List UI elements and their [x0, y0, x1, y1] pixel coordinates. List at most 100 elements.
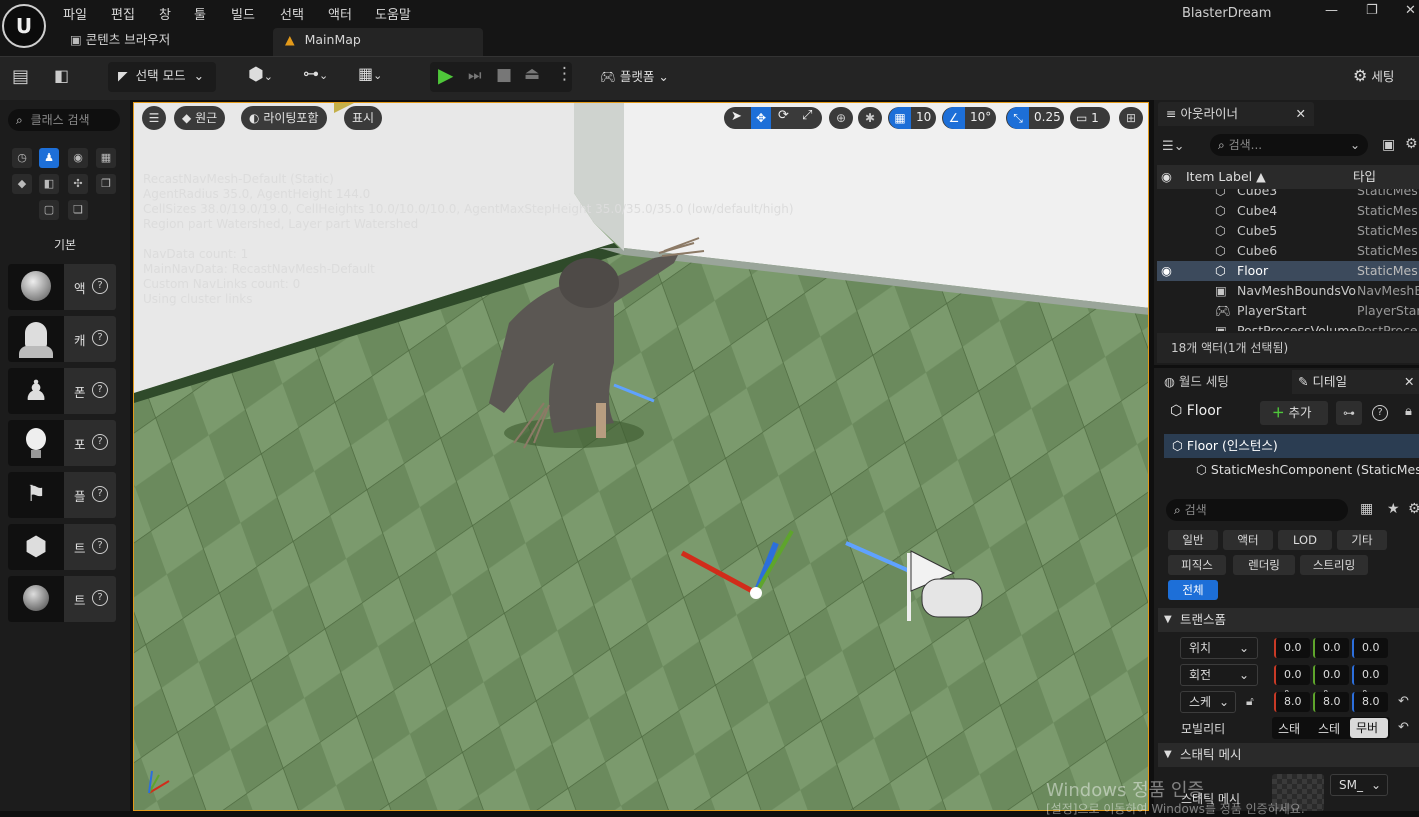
rotation-y-input[interactable]: 0.0 °	[1313, 665, 1349, 701]
col-item-label[interactable]: Item Label ▲	[1186, 165, 1266, 189]
more-options-icon[interactable]: ⋮	[556, 64, 573, 84]
visual-effects-icon[interactable]: ◆	[12, 174, 32, 194]
filter-general[interactable]: 일반	[1168, 530, 1218, 550]
rotation-dropdown[interactable]: 회전 ⌄	[1180, 664, 1258, 686]
scale-tool-icon[interactable]: ⤢	[802, 108, 812, 123]
rotation-z-input[interactable]: 0.0 °	[1352, 665, 1388, 701]
tab-world-settings[interactable]: ◍ 월드 세팅	[1158, 370, 1288, 394]
menu-select[interactable]: 선택	[280, 4, 304, 23]
stop-icon[interactable]: ■	[496, 65, 512, 85]
place-item-pawn[interactable]: ♟ 폰 ?	[8, 368, 116, 414]
lock-icon[interactable]: 🔒︎	[1405, 404, 1412, 419]
menu-tools[interactable]: 툴	[194, 4, 206, 23]
camera-speed-button[interactable]: ▭ 1	[1070, 107, 1110, 129]
actor-name[interactable]: Floor	[1187, 403, 1222, 419]
place-item-actor[interactable]: 액 ?	[8, 264, 116, 310]
close-button[interactable]: ✕	[1405, 3, 1416, 18]
scale-lock-icon[interactable]: 🔓︎	[1246, 694, 1254, 709]
reset-icon[interactable]: ↶	[1398, 720, 1409, 735]
copy-icon[interactable]: ❏	[68, 200, 88, 220]
add-component-button[interactable]: ＋ 추가	[1260, 401, 1328, 425]
unreal-logo-icon[interactable]: U	[2, 4, 46, 48]
table-view-icon[interactable]: ▦	[1360, 501, 1373, 517]
outliner-row[interactable]: ⬡ Cube4 StaticMes	[1157, 201, 1419, 221]
settings-button[interactable]: ⚙ 세팅	[1353, 66, 1394, 85]
location-x-input[interactable]: 0.0	[1274, 638, 1310, 658]
gear-icon[interactable]: ⚙	[1405, 136, 1418, 152]
filter-lod[interactable]: LOD	[1278, 530, 1332, 550]
cinematics-icon[interactable]: ▦⌄	[358, 64, 382, 83]
reset-icon[interactable]: ↶	[1398, 694, 1409, 709]
menu-help[interactable]: 도움말	[375, 4, 411, 23]
blueprint-icon[interactable]: ⊶⌄	[303, 64, 328, 83]
place-item-point-light[interactable]: 포 ?	[8, 420, 116, 466]
place-item-trigger-box[interactable]: ⬢ 트 ?	[8, 524, 116, 570]
help-icon[interactable]: ?	[92, 486, 108, 502]
viewport-menu-icon[interactable]: ☰	[142, 106, 166, 130]
close-tab-icon[interactable]: ✕	[1404, 370, 1414, 394]
place-item-character[interactable]: 캐 ?	[8, 316, 116, 362]
skip-icon[interactable]: ⏭	[468, 66, 482, 84]
rotation-snap-value[interactable]: 10°	[970, 110, 991, 124]
browse-icon[interactable]: ◧	[54, 66, 69, 85]
location-y-input[interactable]: 0.0	[1313, 638, 1349, 658]
visibility-icon[interactable]: ◉	[1161, 261, 1172, 281]
grid-snap-value[interactable]: 10	[916, 110, 931, 124]
filter-actor[interactable]: 액터	[1223, 530, 1273, 550]
add-folder-icon[interactable]: ▣	[1382, 137, 1395, 153]
mobility-movable[interactable]: 무버	[1350, 718, 1388, 738]
grid-snap-icon[interactable]: ▦	[889, 107, 911, 129]
save-icon[interactable]: ▤	[12, 66, 29, 87]
filter-icon[interactable]: ☰⌄	[1162, 139, 1185, 154]
help-icon[interactable]: ?	[92, 590, 108, 606]
location-z-input[interactable]: 0.0	[1352, 638, 1388, 658]
geometry-icon[interactable]: ◧	[39, 174, 59, 194]
close-tab-icon[interactable]: ✕	[1296, 102, 1306, 126]
rotate-tool-icon[interactable]: ⟳	[778, 108, 789, 123]
scale-dropdown[interactable]: 스케 ⌄	[1180, 691, 1236, 713]
static-mesh-dropdown[interactable]: SM_ ⌄	[1330, 774, 1388, 796]
translate-tool-icon[interactable]: ✥	[751, 107, 771, 129]
scale-z-input[interactable]: 8.0	[1352, 692, 1388, 712]
class-search-input[interactable]: ⌕ 클래스 검색	[8, 109, 120, 131]
mobility-static[interactable]: 스태	[1278, 720, 1300, 737]
menu-edit[interactable]: 편집	[111, 4, 135, 23]
rotation-snap-icon[interactable]: ∠	[943, 107, 965, 129]
mode-select-button[interactable]: ◤ 선택 모드 ⌄	[108, 62, 216, 92]
outliner-row[interactable]: ▣ NavMeshBoundsVo NavMeshB	[1157, 281, 1419, 301]
help-icon[interactable]: ?	[92, 538, 108, 554]
select-tool-icon[interactable]: ➤	[731, 109, 742, 124]
filter-misc[interactable]: 기타	[1337, 530, 1387, 550]
details-search-input[interactable]: ⌕ 검색	[1166, 499, 1348, 521]
rotation-x-input[interactable]: 0.0 °	[1274, 665, 1310, 701]
help-icon[interactable]: ?	[92, 434, 108, 450]
cinematic-category-icon[interactable]: ▦	[96, 148, 116, 168]
tab-main-map[interactable]: ▲ MainMap	[273, 28, 483, 56]
basic-category-icon[interactable]: ♟	[39, 148, 59, 168]
shapes-icon[interactable]: ▢	[39, 200, 59, 220]
location-dropdown[interactable]: 위치 ⌄	[1180, 637, 1258, 659]
outliner-row[interactable]: ⬡ Cube5 StaticMes	[1157, 221, 1419, 241]
component-instance-row[interactable]: ⬡ Floor (인스턴스)	[1164, 434, 1419, 458]
outliner-row-selected[interactable]: ◉ ⬡ Floor StaticMes	[1157, 261, 1419, 281]
perspective-button[interactable]: ◆ 원근	[174, 106, 226, 130]
place-item-player-start[interactable]: ⚑ 플 ?	[8, 472, 116, 518]
outliner-row[interactable]: 🎮︎ PlayerStart PlayerStar	[1157, 301, 1419, 321]
mobility-stationary[interactable]: 스테	[1318, 720, 1340, 737]
menu-build[interactable]: 빌드	[231, 4, 255, 23]
help-icon[interactable]: ?	[1372, 405, 1388, 421]
help-icon[interactable]: ?	[92, 382, 108, 398]
lights-icon[interactable]: ◉	[68, 148, 88, 168]
lighting-button[interactable]: ◐ 라이팅포함	[241, 106, 327, 130]
menu-window[interactable]: 창	[159, 4, 171, 23]
world-space-icon[interactable]: ⊕	[829, 107, 853, 129]
outliner-row[interactable]: ▣ PostProcessVolume PostProce	[1157, 321, 1419, 331]
gear-icon[interactable]: ⚙	[1408, 501, 1419, 517]
platform-button[interactable]: 🎮︎ 플랫폼 ⌄	[600, 66, 669, 85]
component-row[interactable]: ⬡ StaticMeshComponent (StaticMesh	[1164, 458, 1419, 482]
help-icon[interactable]: ?	[92, 330, 108, 346]
tab-details[interactable]: ✎ 디테일 ✕	[1292, 370, 1419, 394]
add-actor-icon[interactable]: ⬢⌄	[248, 64, 273, 85]
scale-x-input[interactable]: 8.0	[1274, 692, 1310, 712]
star-icon[interactable]: ★	[1387, 501, 1400, 517]
